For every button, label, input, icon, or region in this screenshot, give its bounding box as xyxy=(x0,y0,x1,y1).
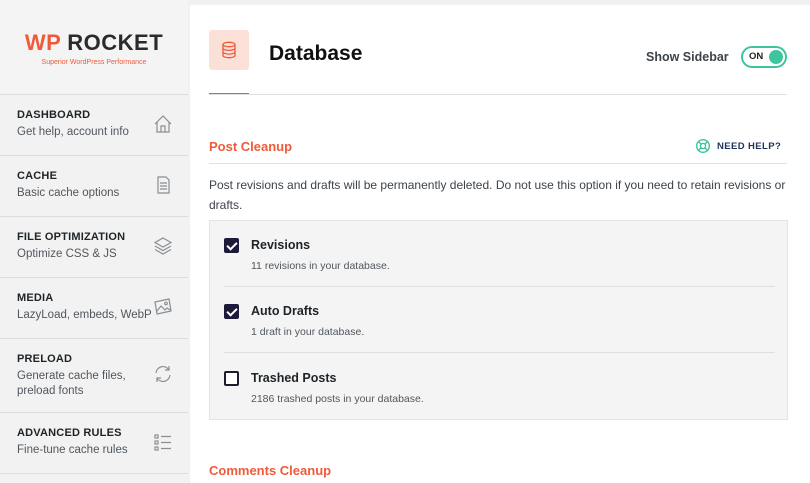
option-label[interactable]: Auto Drafts xyxy=(251,304,319,318)
show-sidebar-label: Show Sidebar xyxy=(646,50,729,64)
sidebar-item-file-optimization[interactable]: FILE OPTIMIZATION Optimize CSS & JS xyxy=(0,217,188,278)
toggle-state-text: ON xyxy=(749,51,764,62)
sidebar-item-subtitle: Generate cache files, preload fonts xyxy=(17,370,126,397)
post-cleanup-options: Revisions 11 revisions in your database.… xyxy=(209,220,788,420)
page-title: Database xyxy=(269,42,363,65)
sidebar: WP ROCKET Superior WordPress Performance… xyxy=(0,0,188,483)
sidebar-item-cache[interactable]: CACHE Basic cache options xyxy=(0,156,188,217)
refresh-icon xyxy=(155,365,171,383)
need-help-link[interactable]: NEED HELP? xyxy=(695,138,781,154)
option-revisions: Revisions 11 revisions in your database. xyxy=(210,221,789,287)
post-cleanup-description: Post revisions and drafts will be perman… xyxy=(209,178,786,212)
lifebuoy-icon xyxy=(695,138,711,154)
comments-cleanup-title: Comments Cleanup xyxy=(209,463,332,478)
trashed-posts-checkbox[interactable] xyxy=(224,371,239,386)
sidebar-item-media[interactable]: MEDIA LazyLoad, embeds, WebP xyxy=(0,278,188,339)
database-icon xyxy=(209,30,249,70)
option-description: 11 revisions in your database. xyxy=(251,260,390,272)
revisions-checkbox[interactable] xyxy=(224,238,239,253)
sidebar-item-dashboard[interactable]: DASHBOARD Get help, account info xyxy=(0,95,188,156)
option-trashed-posts: Trashed Posts 2186 trashed posts in your… xyxy=(210,354,789,420)
main-panel: Database Show Sidebar ON Post Cleanup NE… xyxy=(190,5,810,483)
logo-wp-text: WP xyxy=(24,30,62,55)
option-divider xyxy=(224,352,775,353)
show-sidebar-toggle[interactable]: ON xyxy=(741,46,787,68)
logo-title: WP ROCKET xyxy=(25,30,163,56)
option-label[interactable]: Trashed Posts xyxy=(251,371,336,385)
option-auto-drafts: Auto Drafts 1 draft in your database. xyxy=(210,287,789,353)
document-icon xyxy=(157,176,170,194)
toggle-knob xyxy=(769,50,783,64)
wp-rocket-logo[interactable]: WP ROCKET Superior WordPress Performance xyxy=(0,0,188,95)
section-divider xyxy=(209,163,787,164)
sidebar-item-preload[interactable]: PRELOAD Generate cache files, preload fo… xyxy=(0,339,188,413)
sidebar-item-advanced-rules[interactable]: ADVANCED RULES Fine-tune cache rules xyxy=(0,413,188,474)
list-icon xyxy=(154,434,171,451)
logo-rocket-text: ROCKET xyxy=(67,30,164,55)
post-cleanup-title: Post Cleanup xyxy=(209,139,293,154)
option-description: 1 draft in your database. xyxy=(251,326,365,338)
header-divider xyxy=(209,94,787,95)
logo-tagline: Superior WordPress Performance xyxy=(41,59,147,66)
option-label[interactable]: Revisions xyxy=(251,238,310,252)
image-icon xyxy=(154,298,172,315)
layers-icon xyxy=(153,237,173,255)
option-description: 2186 trashed posts in your database. xyxy=(251,393,424,405)
need-help-label: NEED HELP? xyxy=(717,140,782,152)
auto-drafts-checkbox[interactable] xyxy=(224,304,239,319)
page-header: Database Show Sidebar ON xyxy=(190,5,810,95)
home-icon xyxy=(154,115,172,133)
